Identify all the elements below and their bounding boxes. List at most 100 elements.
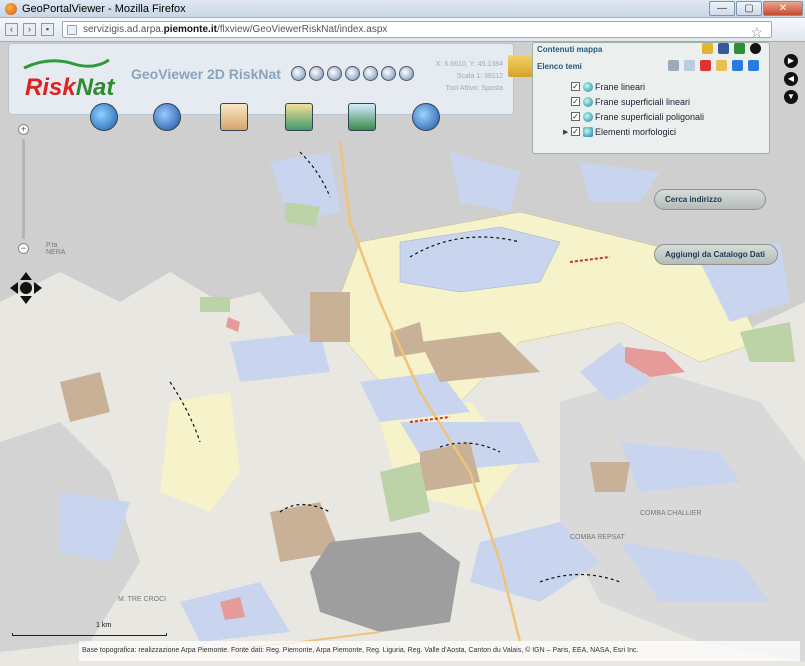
window-controls: — ▢ ✕: [708, 1, 803, 16]
search-address-button[interactable]: Cerca indirizzo: [654, 189, 766, 210]
map-toolbar: [291, 66, 417, 81]
app-title: GeoViewer 2D RiskNat: [131, 66, 281, 82]
pan-arrows-icon[interactable]: [8, 270, 44, 306]
zoom-track[interactable]: [22, 139, 25, 239]
window-title: GeoPortalViewer - Mozilla Firefox: [22, 2, 186, 15]
arrow-right-circle-icon[interactable]: ▶: [784, 54, 798, 68]
map-markers-icon[interactable]: [220, 103, 248, 131]
globe-icon[interactable]: [90, 103, 118, 131]
scale-bar-line: [12, 633, 167, 636]
layer-label: Elementi morfologici: [595, 126, 677, 137]
globe-layer-icon: [583, 96, 593, 107]
table-icon[interactable]: [684, 60, 695, 71]
vegetation-green-area: [200, 297, 230, 312]
url-domain: piemonte.it: [163, 24, 217, 35]
debris-tan-area: [590, 462, 630, 492]
tools-icon[interactable]: [718, 43, 729, 54]
add-catalog-button[interactable]: Aggiungi da Catalogo Dati: [654, 244, 778, 265]
back-icon[interactable]: ‹: [5, 23, 18, 36]
deposit-yellow-area: [160, 392, 240, 512]
layer-label: Frane lineari: [595, 81, 646, 92]
scale-label: 1 km: [96, 622, 112, 629]
add-layer-icon[interactable]: [348, 103, 376, 131]
info-icon[interactable]: [363, 66, 378, 81]
map-label-mountain: M. TRE CROCI: [118, 596, 167, 603]
url-path: /flxview/GeoViewerRiskNat/index.aspx: [216, 24, 388, 35]
layers-list-toolbar: [663, 60, 759, 71]
browser-titlebar: GeoPortalViewer - Mozilla Firefox — ▢ ✕: [0, 0, 805, 18]
browser-navbar: ‹ › ▪ servizigis.ad.arpa. piemonte.it/flx…: [0, 18, 805, 42]
list-item[interactable]: ▶ ✓ Elementi morfologici: [563, 124, 758, 139]
layer-label: Frane superficiali lineari: [595, 96, 691, 107]
arrow-left-circle-icon[interactable]: ◀: [784, 72, 798, 86]
full-extent-icon[interactable]: [345, 66, 360, 81]
map-label-peak: P.ta NERA: [46, 242, 66, 256]
export-icon[interactable]: [734, 43, 745, 54]
close-circle-icon[interactable]: [750, 43, 761, 54]
map-label-comba-repsat: COMBA REPSAT: [570, 534, 625, 541]
open-folder-icon[interactable]: [702, 43, 713, 54]
zoom-out-icon[interactable]: [309, 66, 324, 81]
town-area: [310, 532, 460, 632]
logo-text: RiskNat: [25, 74, 115, 101]
globe-layer-icon: [583, 81, 593, 92]
forward-icon[interactable]: ›: [23, 23, 36, 36]
zoom-minus-button[interactable]: −: [18, 243, 29, 254]
debris-tan-area: [310, 292, 350, 342]
main-button-row: [88, 100, 448, 134]
help-icon[interactable]: [412, 103, 440, 131]
list-item[interactable]: ✓ Frane superficiali poligonali: [563, 109, 758, 124]
zoom-in-icon[interactable]: [291, 66, 306, 81]
zoom-plus-button[interactable]: +: [18, 124, 29, 135]
layer-list: ✓ Frane lineari ✓ Frane superficiali lin…: [563, 79, 758, 139]
arrow-up-icon[interactable]: [732, 60, 743, 71]
layer-checkbox[interactable]: ✓: [571, 112, 580, 121]
folder-layer-icon: [583, 126, 593, 137]
lock-icon: ▪: [41, 23, 54, 36]
layer-label: Frane superficiali poligonali: [595, 111, 705, 122]
active-landslide-red: [226, 317, 240, 332]
list-icon[interactable]: [668, 60, 679, 71]
list-item[interactable]: ✓ Frane superficiali lineari: [563, 94, 758, 109]
close-window-button[interactable]: ✕: [763, 1, 803, 16]
layers-panel-title: Contenuti mappa: [537, 45, 603, 54]
coords-readout: X: 6.6610, Y: 45.1384: [435, 61, 503, 68]
list-item[interactable]: ✓ Frane lineari: [563, 79, 758, 94]
address-bar[interactable]: servizigis.ad.arpa. piemonte.it/flxview/G…: [62, 21, 772, 41]
refresh-icon[interactable]: [399, 66, 414, 81]
map-label-comba-challier: COMBA CHALLIER: [640, 510, 702, 517]
layers-icon[interactable]: [285, 103, 313, 131]
risknat-logo: RiskNat: [19, 56, 114, 101]
layers-panel: Contenuti mappa Elenco temi ✓ Frane line…: [532, 42, 770, 154]
minimize-button[interactable]: —: [709, 1, 735, 16]
bookmark-star-icon[interactable]: ☆: [750, 24, 763, 41]
map-status: X: 6.6610, Y: 45.1384 Scala 1: 38112 Too…: [436, 59, 503, 95]
measure-icon[interactable]: [381, 66, 396, 81]
globe-layer-icon: [583, 111, 593, 122]
active-tool-readout: Tool Attivo: Sposta: [445, 85, 503, 92]
page-icon: [67, 24, 77, 35]
arrow-down-circle-icon[interactable]: ▼: [784, 90, 798, 104]
layer-checkbox[interactable]: ✓: [571, 97, 580, 106]
layer-checkbox[interactable]: ✓: [571, 82, 580, 91]
side-buttons: ▶ ◀ ▼: [784, 54, 798, 108]
relief-gray-area: [560, 372, 805, 662]
pan-hand-icon[interactable]: [327, 66, 342, 81]
debris-tan-area: [60, 372, 110, 422]
scale-bar: 1 km: [12, 622, 167, 636]
logo-waves-icon: [23, 58, 110, 70]
maximize-button[interactable]: ▢: [736, 1, 762, 16]
scale-readout: Scala 1: 38112: [456, 73, 503, 80]
layer-checkbox[interactable]: ✓: [571, 127, 580, 136]
zoom-slider[interactable]: + −: [16, 124, 32, 260]
layers-list-title: Elenco temi: [537, 62, 582, 71]
compass-icon[interactable]: [153, 103, 181, 131]
firefox-icon: [5, 2, 17, 15]
search-icon[interactable]: [716, 60, 727, 71]
delete-x-icon[interactable]: [700, 60, 711, 71]
url-prefix: servizigis.ad.arpa.: [83, 24, 164, 35]
attribution-text: Base topografica: realizzazione Arpa Pie…: [79, 641, 800, 661]
expand-arrow-icon[interactable]: ▶: [563, 128, 571, 136]
layers-panel-header-icons: [697, 43, 761, 54]
arrow-down-icon[interactable]: [748, 60, 759, 71]
